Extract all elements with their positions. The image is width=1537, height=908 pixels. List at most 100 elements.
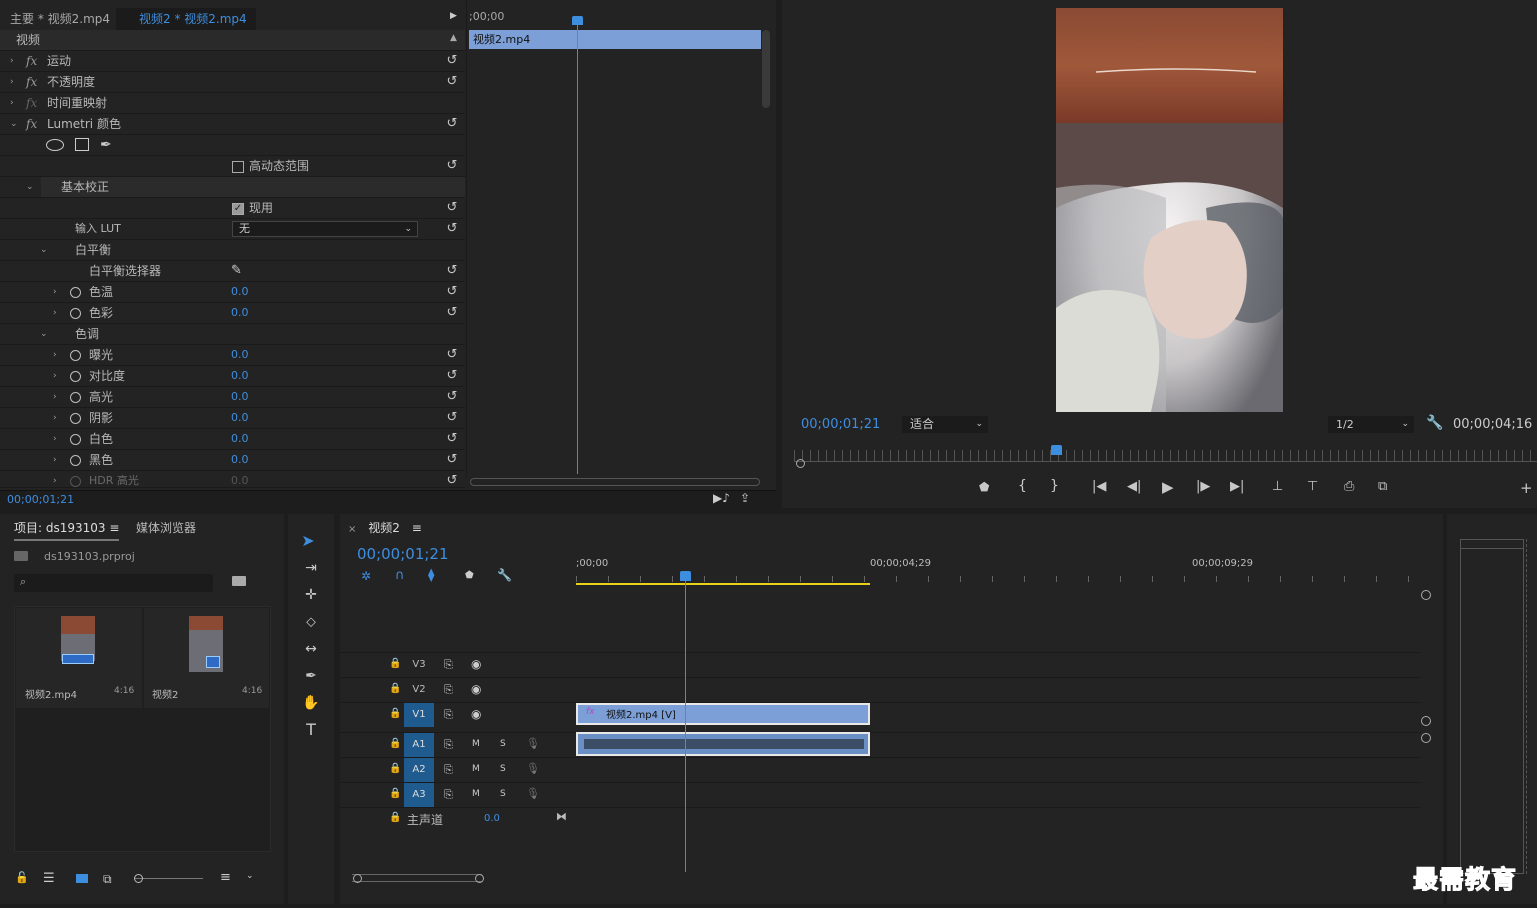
ec-footer-timecode[interactable]: 00;00;01;21 bbox=[7, 493, 74, 506]
stopwatch-icon[interactable] bbox=[70, 434, 81, 445]
temperature-value[interactable]: 0.0 bbox=[231, 282, 249, 302]
add-button-icon[interactable]: + bbox=[1520, 479, 1533, 497]
menu-icon[interactable]: ≡ bbox=[412, 521, 422, 535]
timeline-h-scrollbar[interactable] bbox=[352, 874, 482, 882]
sync-lock-icon[interactable]: ⎘ bbox=[444, 763, 453, 777]
lock-icon[interactable]: 🔓 bbox=[15, 871, 29, 884]
program-current-timecode[interactable]: 00;00;01;21 bbox=[801, 417, 880, 432]
step-forward-icon[interactable]: |▶ bbox=[1196, 479, 1210, 494]
timeline-playhead[interactable] bbox=[685, 576, 686, 872]
sync-lock-icon[interactable]: ⎘ bbox=[444, 683, 453, 697]
reset-icon[interactable]: ↺ bbox=[445, 453, 459, 467]
go-to-master-icon[interactable]: ⧓ bbox=[556, 810, 567, 823]
mute-button[interactable]: M bbox=[472, 739, 480, 749]
expand-arrow-icon[interactable]: ▶ bbox=[450, 11, 457, 21]
timeline-v-scroll-top[interactable] bbox=[1421, 590, 1431, 600]
track-target-toggle[interactable]: A3 bbox=[404, 783, 434, 807]
tone-param-value[interactable]: 0.0 bbox=[231, 429, 249, 449]
razor-tool-icon[interactable]: ⬦ bbox=[300, 611, 322, 633]
lock-icon[interactable]: 🔒 bbox=[389, 812, 401, 823]
tone-param-value[interactable]: 0.0 bbox=[231, 450, 249, 470]
project-item-clip[interactable]: 视频2.mp4 4:16 bbox=[16, 608, 142, 708]
track-target-toggle[interactable]: A2 bbox=[404, 758, 434, 782]
effect-row-opacity[interactable]: › fx 不透明度 ↺ bbox=[0, 72, 465, 93]
collapse-up-icon[interactable]: ▲ bbox=[450, 33, 457, 43]
compare-view-icon[interactable]: ⧉ bbox=[1378, 479, 1387, 494]
tone-param-value[interactable]: 0.0 bbox=[231, 387, 249, 407]
tone-param-value[interactable]: 0.0 bbox=[231, 345, 249, 365]
pen-tool-icon[interactable]: ✒ bbox=[300, 665, 322, 687]
tone-param-value[interactable]: 0.0 bbox=[231, 408, 249, 428]
work-area-bar[interactable] bbox=[576, 583, 870, 585]
reset-icon[interactable]: ↺ bbox=[445, 432, 459, 446]
hand-tool-icon[interactable]: ✋ bbox=[300, 692, 322, 714]
tone-param-value[interactable]: 0.0 bbox=[231, 366, 249, 386]
close-icon[interactable]: × bbox=[348, 524, 356, 535]
reset-icon[interactable]: ↺ bbox=[445, 369, 459, 383]
go-to-in-icon[interactable]: |◀ bbox=[1092, 479, 1106, 494]
ec-playhead[interactable] bbox=[577, 16, 578, 474]
reset-icon[interactable]: ↺ bbox=[445, 348, 459, 362]
stopwatch-icon[interactable] bbox=[70, 371, 81, 382]
sync-lock-icon[interactable]: ⎘ bbox=[444, 708, 453, 722]
new-bin-icon[interactable] bbox=[232, 576, 246, 586]
reset-icon[interactable]: ↺ bbox=[445, 411, 459, 425]
play-icon[interactable]: ▶ bbox=[1162, 478, 1174, 496]
timeline-v-scroll-audio[interactable] bbox=[1421, 733, 1431, 743]
selection-tool-icon[interactable]: ➤ bbox=[297, 530, 319, 552]
microphone-icon[interactable]: 🎙 bbox=[526, 762, 540, 775]
zoom-slider-handle[interactable] bbox=[134, 874, 143, 883]
export-icon[interactable]: ⇪ bbox=[740, 491, 750, 505]
eye-icon[interactable]: ◉ bbox=[471, 657, 481, 671]
project-tab[interactable]: 项目: ds193103 ≡ bbox=[14, 519, 120, 541]
pen-mask-icon[interactable]: ✒ bbox=[100, 135, 112, 155]
sort-icon[interactable]: ≡ bbox=[220, 870, 231, 885]
slip-tool-icon[interactable]: ↔ bbox=[300, 638, 322, 660]
mute-button[interactable]: M bbox=[472, 789, 480, 799]
microphone-icon[interactable]: 🎙 bbox=[526, 737, 540, 750]
eyedropper-icon[interactable]: ✎ bbox=[231, 261, 242, 281]
effect-row-motion[interactable]: › fx 运动 ↺ bbox=[0, 51, 465, 72]
reset-icon[interactable]: ↺ bbox=[445, 75, 459, 89]
lock-icon[interactable]: 🔒 bbox=[389, 683, 401, 694]
track-select-tool-icon[interactable]: ⇥ bbox=[300, 557, 322, 579]
input-lut-dropdown[interactable]: 无 ⌄ bbox=[232, 221, 418, 237]
extract-icon[interactable]: ⊤ bbox=[1307, 479, 1318, 494]
ellipse-mask-icon[interactable] bbox=[46, 139, 64, 151]
add-marker-icon[interactable]: ⬟ bbox=[465, 570, 474, 581]
mark-out-icon[interactable]: } bbox=[1050, 478, 1059, 494]
stopwatch-icon[interactable] bbox=[70, 308, 81, 319]
solo-button[interactable]: S bbox=[500, 789, 506, 799]
stopwatch-icon[interactable] bbox=[70, 413, 81, 424]
tone-row[interactable]: ⌄ 色调 bbox=[0, 324, 465, 345]
eye-icon[interactable]: ◉ bbox=[471, 707, 481, 721]
reset-icon[interactable]: ↺ bbox=[445, 117, 459, 131]
effect-row-lumetri[interactable]: ⌄ fx Lumetri 颜色 ↺ bbox=[0, 114, 465, 135]
timeline-playhead-handle[interactable] bbox=[680, 571, 691, 581]
reset-icon[interactable]: ↺ bbox=[445, 222, 459, 236]
timeline-current-timecode[interactable]: 00;00;01;21 bbox=[357, 545, 449, 563]
reset-icon[interactable]: ↺ bbox=[445, 201, 459, 215]
zoom-slider[interactable] bbox=[135, 878, 203, 879]
reset-icon[interactable]: ↺ bbox=[445, 390, 459, 404]
stopwatch-icon[interactable] bbox=[70, 392, 81, 403]
reset-icon[interactable]: ↺ bbox=[445, 264, 459, 278]
track-target-toggle[interactable]: V2 bbox=[404, 678, 434, 702]
play-audio-icon[interactable]: ▶♪ bbox=[713, 491, 730, 505]
solo-button[interactable]: S bbox=[500, 764, 506, 774]
ripple-edit-tool-icon[interactable]: ✛ bbox=[300, 584, 322, 606]
go-to-out-icon[interactable]: ▶| bbox=[1230, 479, 1244, 494]
snap-icon[interactable]: ∩ bbox=[395, 568, 405, 583]
track-target-toggle[interactable]: V3 bbox=[404, 653, 434, 677]
list-view-icon[interactable]: ☰ bbox=[43, 871, 55, 886]
lock-icon[interactable]: 🔒 bbox=[389, 788, 401, 799]
step-back-icon[interactable]: ◀| bbox=[1127, 479, 1141, 494]
sync-lock-icon[interactable]: ⎘ bbox=[444, 788, 453, 802]
master-volume-value[interactable]: 0.0 bbox=[484, 813, 500, 824]
ec-playhead-handle[interactable] bbox=[572, 16, 583, 25]
type-tool-icon[interactable]: T bbox=[300, 719, 322, 741]
freeform-view-icon[interactable]: ⧉ bbox=[103, 872, 112, 887]
reset-icon[interactable]: ↺ bbox=[445, 159, 459, 173]
h-scroll-left-handle[interactable] bbox=[353, 874, 362, 883]
lock-icon[interactable]: 🔒 bbox=[389, 763, 401, 774]
